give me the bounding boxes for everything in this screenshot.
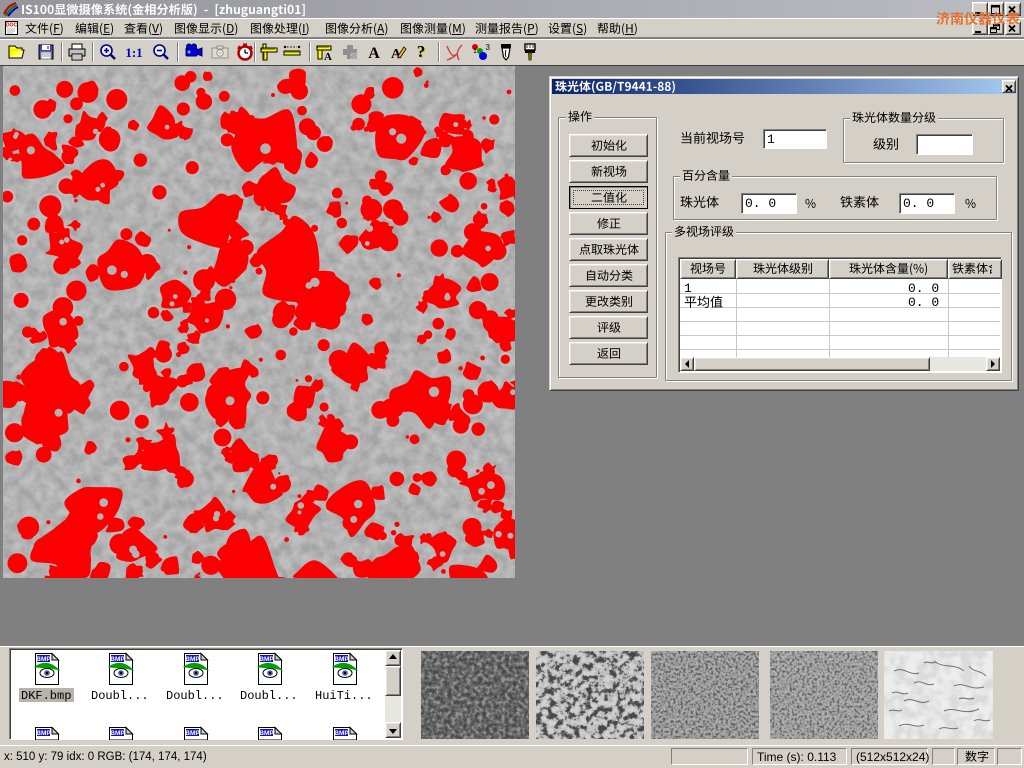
svg-text:BMP: BMP xyxy=(259,656,274,663)
svg-text:BMP: BMP xyxy=(110,656,125,663)
svg-text:1:1: 1:1 xyxy=(125,45,142,60)
svg-text:?: ? xyxy=(417,42,426,61)
svg-text:BMP: BMP xyxy=(36,656,51,663)
svg-text:BMP: BMP xyxy=(36,730,51,737)
svg-text:BMP: BMP xyxy=(185,730,200,737)
svg-text:3: 3 xyxy=(486,43,491,52)
svg-text:BMP: BMP xyxy=(185,656,200,663)
svg-text:1: 1 xyxy=(473,48,477,55)
svg-text:A: A xyxy=(324,51,332,62)
svg-text:BMP: BMP xyxy=(110,730,125,737)
svg-text:A: A xyxy=(368,45,380,62)
svg-text:BMP: BMP xyxy=(259,730,274,737)
svg-text:BMP: BMP xyxy=(334,656,349,663)
svg-text:BMP: BMP xyxy=(334,730,349,737)
svg-text:DOC: DOC xyxy=(6,23,18,29)
